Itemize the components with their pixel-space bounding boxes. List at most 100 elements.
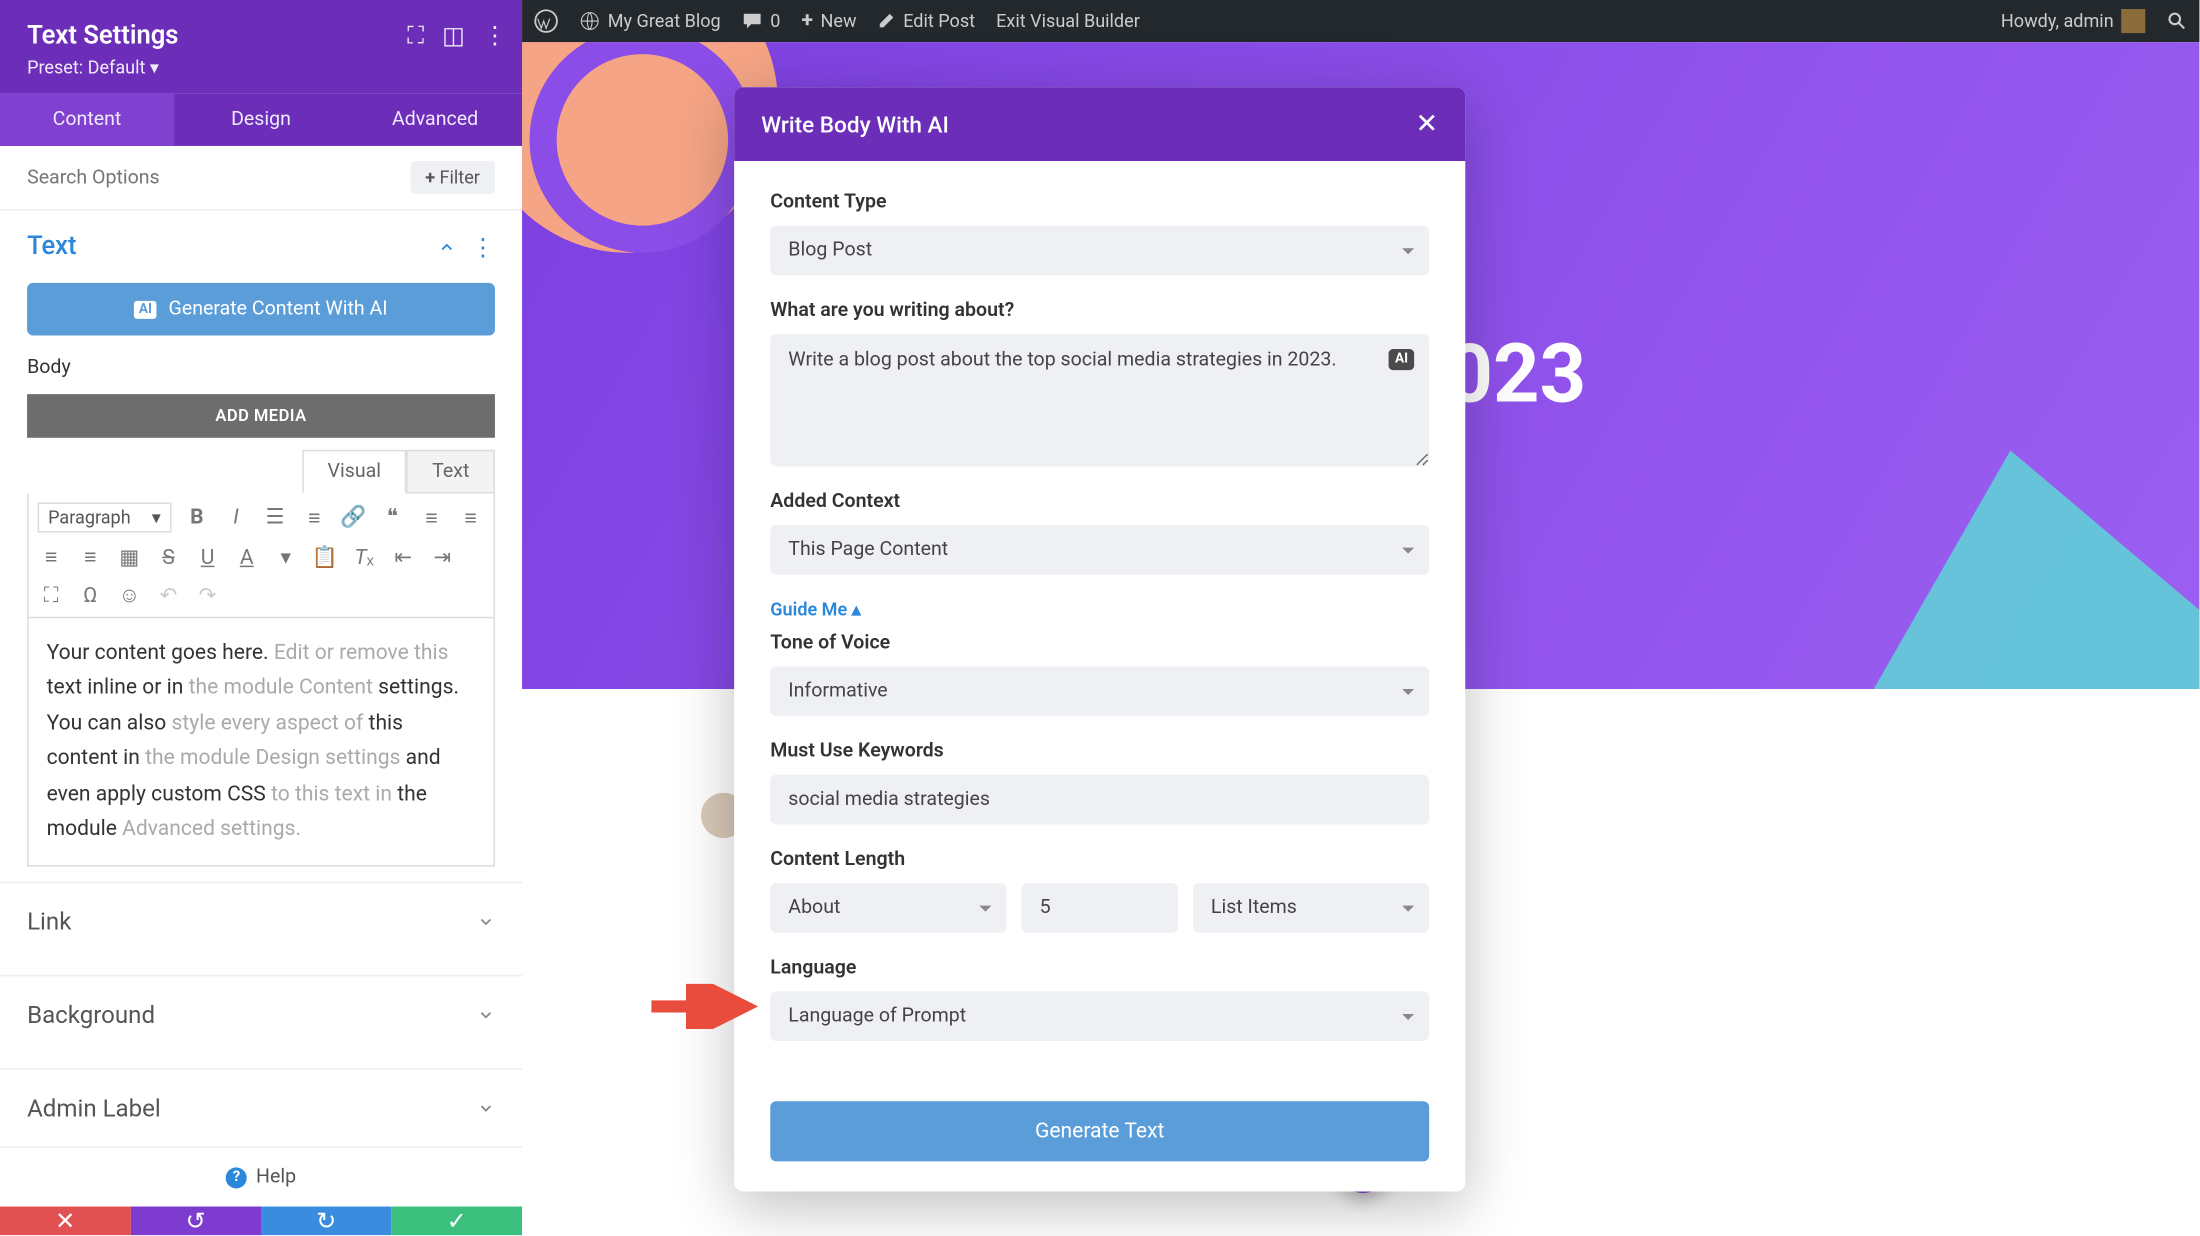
content-length-label: Content Length [770, 848, 1429, 871]
body-field-label: Body [27, 357, 495, 380]
accordion-admin-label[interactable]: Admin Label [0, 1069, 522, 1147]
tab-advanced[interactable]: Advanced [348, 93, 522, 146]
tone-label: Tone of Voice [770, 632, 1429, 655]
save-button[interactable]: ✓ [392, 1207, 523, 1236]
tab-content[interactable]: Content [0, 93, 174, 146]
section-more-icon[interactable]: ⋮ [471, 232, 495, 261]
align-justify-icon[interactable]: ≡ [77, 545, 104, 571]
content-type-label: Content Type [770, 191, 1429, 214]
editor-tab-visual[interactable]: Visual [302, 450, 407, 494]
generate-content-ai-button[interactable]: AI Generate Content With AI [27, 283, 495, 336]
length-value-input[interactable]: 5 [1022, 883, 1178, 933]
language-select[interactable]: Language of Prompt [770, 991, 1429, 1041]
generate-ai-label: Generate Content With AI [169, 298, 388, 321]
site-name-link[interactable]: My Great Blog [579, 11, 720, 32]
ai-badge-icon: AI [134, 300, 156, 318]
keywords-input[interactable]: social media strategies [770, 775, 1429, 825]
filter-button[interactable]: Filter [410, 161, 495, 194]
write-body-ai-modal: Write Body With AI ✕ Content Type Blog P… [734, 87, 1465, 1191]
emoji-icon[interactable]: ☺ [116, 582, 143, 608]
chevron-up-icon[interactable] [438, 238, 456, 256]
underline-icon[interactable]: U [194, 545, 221, 569]
wysiwyg-toolbar: Paragraph▾ B I ☰ ≡ 🔗 ❝ ≡ ≡ ≡ ≡ ▦ S U A ▾… [27, 493, 495, 618]
cancel-button[interactable]: ✕ [0, 1207, 131, 1236]
clear-format-icon[interactable]: Tₓ [351, 545, 378, 571]
wp-admin-bar: My Great Blog 0 +New Edit Post Exit Visu… [522, 0, 2199, 42]
site-name-label: My Great Blog [608, 11, 721, 32]
outdent-icon[interactable]: ⇥ [429, 545, 456, 569]
added-context-label: Added Context [770, 490, 1429, 513]
tone-select[interactable]: Informative [770, 666, 1429, 716]
more-icon[interactable]: ⋮ [483, 21, 507, 51]
add-media-button[interactable]: ADD MEDIA [27, 394, 495, 438]
search-options-input[interactable] [27, 166, 410, 189]
module-settings-panel: Text Settings Preset: Default ▾ ⛶ ◫ ⋮ Co… [0, 0, 522, 1222]
ai-chip-icon[interactable]: AI [1389, 349, 1414, 370]
more-toolbar-icon[interactable]: ▾ [272, 545, 299, 569]
annotation-arrow-icon [644, 984, 764, 1029]
decor-ring [530, 42, 756, 253]
align-center-icon[interactable]: ≡ [457, 505, 484, 531]
topic-textarea[interactable]: Write a blog post about the top social m… [770, 334, 1429, 466]
special-char-icon[interactable]: Ω [77, 583, 104, 607]
number-list-icon[interactable]: ≡ [301, 505, 328, 531]
comments-link[interactable]: 0 [742, 11, 781, 32]
text-color-icon[interactable]: A [233, 545, 260, 569]
edit-post-label: Edit Post [903, 11, 975, 32]
table-icon[interactable]: ▦ [116, 545, 143, 569]
exit-builder-label: Exit Visual Builder [996, 11, 1140, 32]
chevron-down-icon [477, 1006, 495, 1024]
expand-icon[interactable]: ⛶ [407, 21, 424, 51]
content-type-select[interactable]: Blog Post [770, 226, 1429, 276]
keywords-label: Must Use Keywords [770, 740, 1429, 763]
new-label: New [821, 11, 857, 32]
edit-post-link[interactable]: Edit Post [878, 11, 975, 32]
exit-builder-link[interactable]: Exit Visual Builder [996, 11, 1140, 32]
help-icon: ? [226, 1167, 247, 1188]
decor-triangle [1788, 411, 2199, 689]
quote-icon[interactable]: ❝ [379, 505, 406, 529]
indent-icon[interactable]: ⇤ [390, 545, 417, 569]
chevron-down-icon [477, 913, 495, 931]
modal-title: Write Body With AI [761, 111, 949, 138]
editor-tab-text[interactable]: Text [407, 450, 495, 494]
accordion-background[interactable]: Background [0, 975, 522, 1053]
snap-icon[interactable]: ◫ [442, 21, 465, 51]
format-select[interactable]: Paragraph▾ [38, 502, 172, 532]
body-text-editor[interactable]: Your content goes here. Edit or remove t… [27, 618, 495, 867]
close-icon[interactable]: ✕ [1415, 108, 1438, 140]
accordion-link[interactable]: Link [0, 882, 522, 960]
length-approx-select[interactable]: About [770, 883, 1006, 933]
fullscreen-icon[interactable]: ⛶ [38, 583, 65, 607]
strike-icon[interactable]: S [155, 545, 182, 569]
redo-button[interactable]: ↻ [261, 1207, 392, 1236]
comments-count: 0 [770, 11, 780, 32]
wp-logo[interactable] [534, 9, 558, 33]
undo-toolbar-icon[interactable]: ↶ [155, 583, 182, 607]
section-text-heading[interactable]: Text [27, 232, 76, 262]
preset-dropdown[interactable]: Preset: Default ▾ [27, 57, 495, 78]
redo-toolbar-icon[interactable]: ↷ [194, 583, 221, 607]
settings-header: Text Settings Preset: Default ▾ ⛶ ◫ ⋮ [0, 0, 522, 93]
topic-label: What are you writing about? [770, 299, 1429, 322]
howdy-link[interactable]: Howdy, admin [2001, 9, 2145, 33]
paste-icon[interactable]: 📋 [311, 545, 338, 569]
user-avatar-icon [2121, 9, 2145, 33]
bullet-list-icon[interactable]: ☰ [262, 505, 289, 529]
tab-design[interactable]: Design [174, 93, 348, 146]
undo-button[interactable]: ↺ [131, 1207, 262, 1236]
length-unit-select[interactable]: List Items [1193, 883, 1429, 933]
generate-text-button[interactable]: Generate Text [770, 1101, 1429, 1161]
settings-action-bar: ✕ ↺ ↻ ✓ [0, 1207, 522, 1236]
added-context-select[interactable]: This Page Content [770, 525, 1429, 575]
new-link[interactable]: +New [802, 9, 857, 33]
search-icon[interactable] [2166, 11, 2187, 32]
align-left-icon[interactable]: ≡ [418, 505, 445, 531]
align-right-icon[interactable]: ≡ [38, 545, 65, 571]
help-link[interactable]: ?Help [0, 1147, 522, 1207]
howdy-label: Howdy, admin [2001, 11, 2114, 32]
guide-me-toggle[interactable]: Guide Me [770, 599, 1429, 620]
italic-icon[interactable]: I [222, 505, 249, 529]
bold-icon[interactable]: B [183, 505, 210, 529]
link-icon[interactable]: 🔗 [340, 505, 367, 529]
